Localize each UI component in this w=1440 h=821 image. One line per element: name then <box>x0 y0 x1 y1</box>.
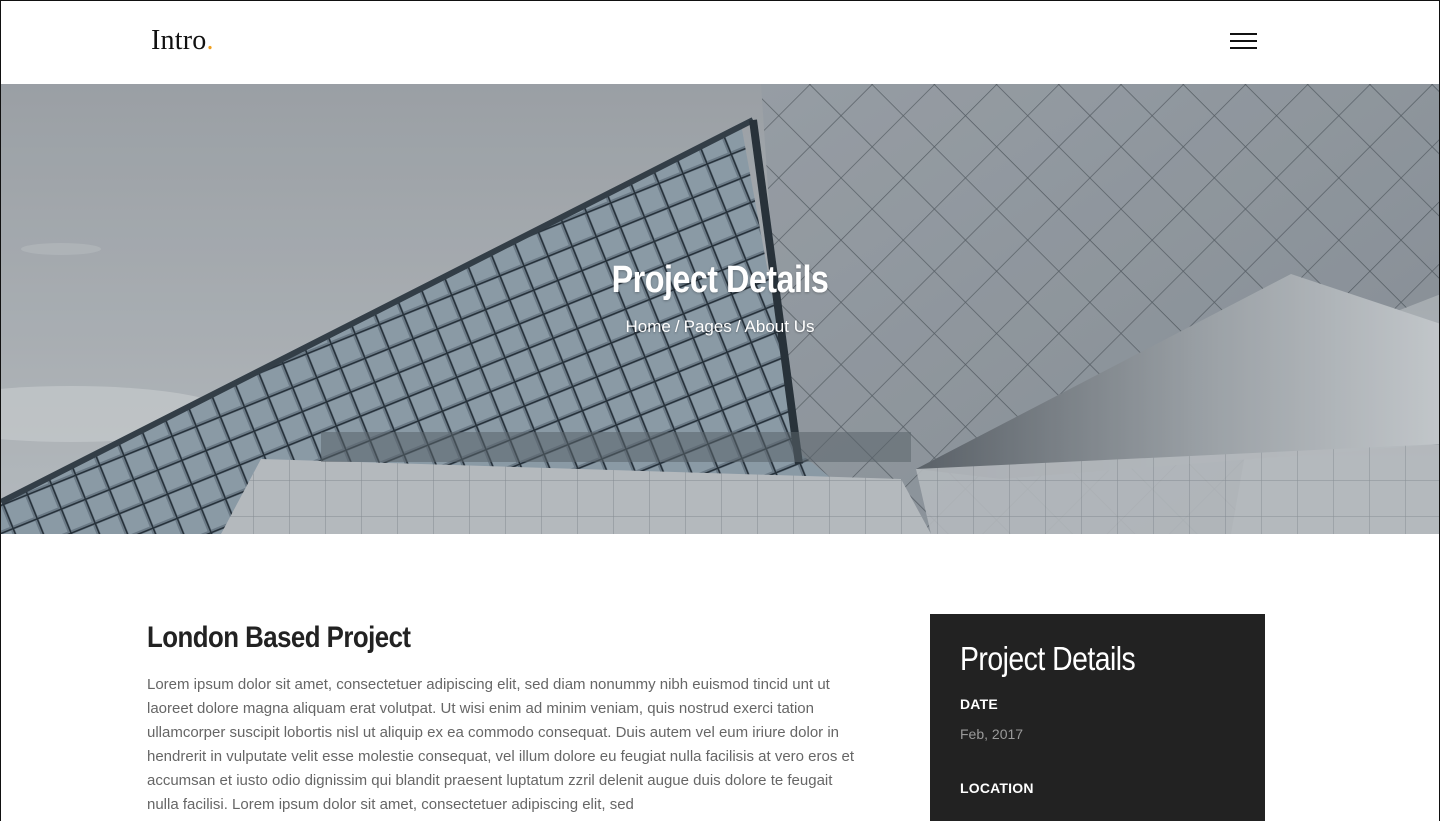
hamburger-menu-icon[interactable] <box>1230 32 1258 52</box>
hero-banner: Project Details Home / Pages / About Us <box>1 84 1439 534</box>
date-value: Feb, 2017 <box>960 726 1024 742</box>
project-details-card: Project Details DATE Feb, 2017 LOCATION <box>930 614 1265 821</box>
date-label: DATE <box>960 696 998 712</box>
site-header: Intro. <box>1 1 1439 84</box>
hero-title: Project Details <box>611 259 829 301</box>
breadcrumb-separator: / <box>735 317 741 336</box>
breadcrumb-current-link[interactable]: About Us <box>745 317 815 336</box>
breadcrumb-separator: / <box>674 317 680 336</box>
logo-dot: . <box>206 25 214 56</box>
site-logo[interactable]: Intro. <box>151 25 214 57</box>
page: Intro. Project Details Home / Pages / Ab… <box>0 0 1440 821</box>
article-body: Lorem ipsum dolor sit amet, consectetuer… <box>147 676 855 813</box>
article-title: London Based Project <box>147 621 411 654</box>
breadcrumb-home-link[interactable]: Home <box>626 317 671 336</box>
logo-text: Intro <box>151 25 207 56</box>
card-title: Project Details <box>960 640 1136 677</box>
hero-building-image <box>1 84 1439 534</box>
breadcrumb: Home / Pages / About Us <box>1 317 1439 337</box>
location-label: LOCATION <box>960 780 1034 796</box>
breadcrumb-pages-link[interactable]: Pages <box>684 317 732 336</box>
